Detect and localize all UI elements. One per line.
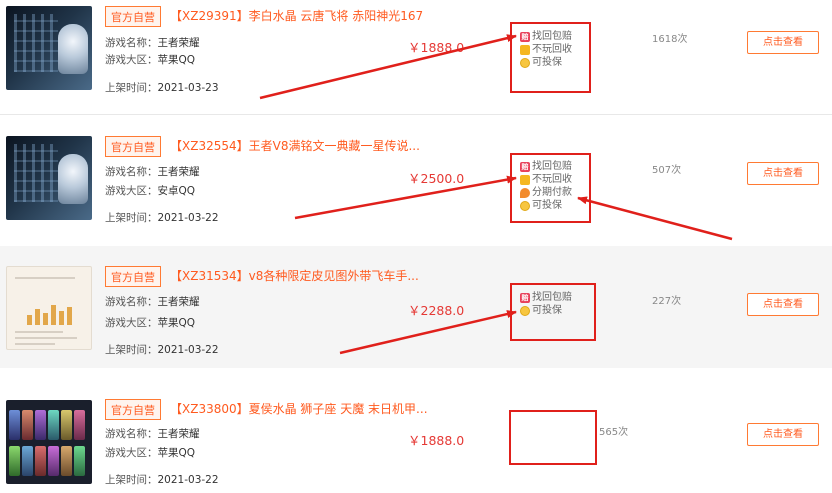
game-region-value: 苹果QQ	[157, 54, 196, 66]
game-name-row: 游戏名称：王者荣耀	[105, 295, 200, 309]
game-name-row: 游戏名称：王者荣耀	[105, 165, 200, 179]
listed-time-label: 上架时间：	[105, 82, 158, 94]
game-region-value: 苹果QQ	[157, 447, 196, 459]
listed-time-value: 2021-03-22	[157, 344, 219, 356]
listing-row: 官方自营 【XZ32554】王者V8满铭文一典藏一星传说... 游戏名称：王者荣…	[0, 130, 832, 244]
game-region-label: 游戏大区：	[105, 54, 158, 66]
view-details-button[interactable]: 点击查看	[747, 423, 819, 446]
game-name-label: 游戏名称：	[105, 166, 158, 178]
listing-title[interactable]: 【XZ32554】王者V8满铭文一典藏一星传说...	[170, 138, 420, 154]
game-region-row: 游戏大区：苹果QQ	[105, 53, 195, 67]
game-region-row: 游戏大区：苹果QQ	[105, 316, 195, 330]
listing-thumbnail[interactable]	[6, 400, 92, 484]
game-region-row: 游戏大区：安卓QQ	[105, 184, 195, 198]
game-region-label: 游戏大区：	[105, 447, 158, 459]
listing-price: ￥2500.0	[408, 171, 465, 186]
listing-row: 官方自营 【XZ33800】夏侯水晶 狮子座 天魔 末日机甲... 游戏名称：王…	[0, 376, 832, 493]
game-region-label: 游戏大区：	[105, 185, 158, 197]
game-name-value: 王者荣耀	[157, 428, 200, 440]
game-name-label: 游戏名称：	[105, 296, 158, 308]
annotation-box	[510, 22, 591, 93]
listed-time-value: 2021-03-23	[157, 82, 219, 94]
game-name-row: 游戏名称：王者荣耀	[105, 36, 200, 50]
game-name-value: 王者荣耀	[157, 37, 200, 49]
listing-title[interactable]: 【XZ29391】李白水晶 云唐飞将 赤阳神光167	[170, 8, 423, 24]
view-count: 1618次	[652, 34, 688, 45]
listed-time-row: 上架时间：2021-03-22	[105, 343, 219, 357]
listing-price: ￥2288.0	[408, 303, 465, 318]
listing-thumbnail[interactable]	[6, 266, 92, 350]
view-count: 507次	[652, 165, 682, 176]
game-region-value: 安卓QQ	[157, 185, 196, 197]
listed-time-value: 2021-03-22	[157, 212, 219, 224]
official-badge: 官方自营	[105, 136, 161, 157]
listed-time-row: 上架时间：2021-03-22	[105, 473, 219, 487]
listed-time-row: 上架时间：2021-03-22	[105, 211, 219, 225]
game-region-label: 游戏大区：	[105, 317, 158, 329]
listed-time-label: 上架时间：	[105, 474, 158, 486]
game-name-label: 游戏名称：	[105, 428, 158, 440]
game-name-row: 游戏名称：王者荣耀	[105, 427, 200, 441]
annotation-box	[510, 153, 591, 223]
official-badge: 官方自营	[105, 6, 161, 27]
listing-row: 官方自营 【XZ31534】v8各种限定皮见图外带飞车手... 游戏名称：王者荣…	[0, 246, 832, 368]
listing-price: ￥1888.0	[408, 40, 465, 55]
view-details-button[interactable]: 点击查看	[747, 31, 819, 54]
game-name-label: 游戏名称：	[105, 37, 158, 49]
view-details-button[interactable]: 点击查看	[747, 293, 819, 316]
listed-time-row: 上架时间：2021-03-23	[105, 81, 219, 95]
annotation-box	[510, 283, 596, 341]
listing-title[interactable]: 【XZ33800】夏侯水晶 狮子座 天魔 末日机甲...	[170, 401, 428, 417]
game-name-value: 王者荣耀	[157, 166, 200, 178]
game-region-row: 游戏大区：苹果QQ	[105, 446, 195, 460]
annotation-box	[509, 410, 597, 465]
listing-title[interactable]: 【XZ31534】v8各种限定皮见图外带飞车手...	[170, 268, 419, 284]
official-badge: 官方自营	[105, 399, 161, 420]
view-details-button[interactable]: 点击查看	[747, 162, 819, 185]
row-divider	[0, 114, 832, 115]
listed-time-label: 上架时间：	[105, 212, 158, 224]
game-region-value: 苹果QQ	[157, 317, 196, 329]
listed-time-value: 2021-03-22	[157, 474, 219, 486]
view-count: 227次	[652, 296, 682, 307]
listed-time-label: 上架时间：	[105, 344, 158, 356]
listing-price: ￥1888.0	[408, 433, 465, 448]
official-badge: 官方自营	[105, 266, 161, 287]
listing-thumbnail[interactable]	[6, 6, 92, 90]
view-count: 565次	[599, 427, 629, 438]
listing-thumbnail[interactable]	[6, 136, 92, 220]
game-name-value: 王者荣耀	[157, 296, 200, 308]
listing-row: 官方自营 【XZ29391】李白水晶 云唐飞将 赤阳神光167 游戏名称：王者荣…	[0, 0, 832, 114]
